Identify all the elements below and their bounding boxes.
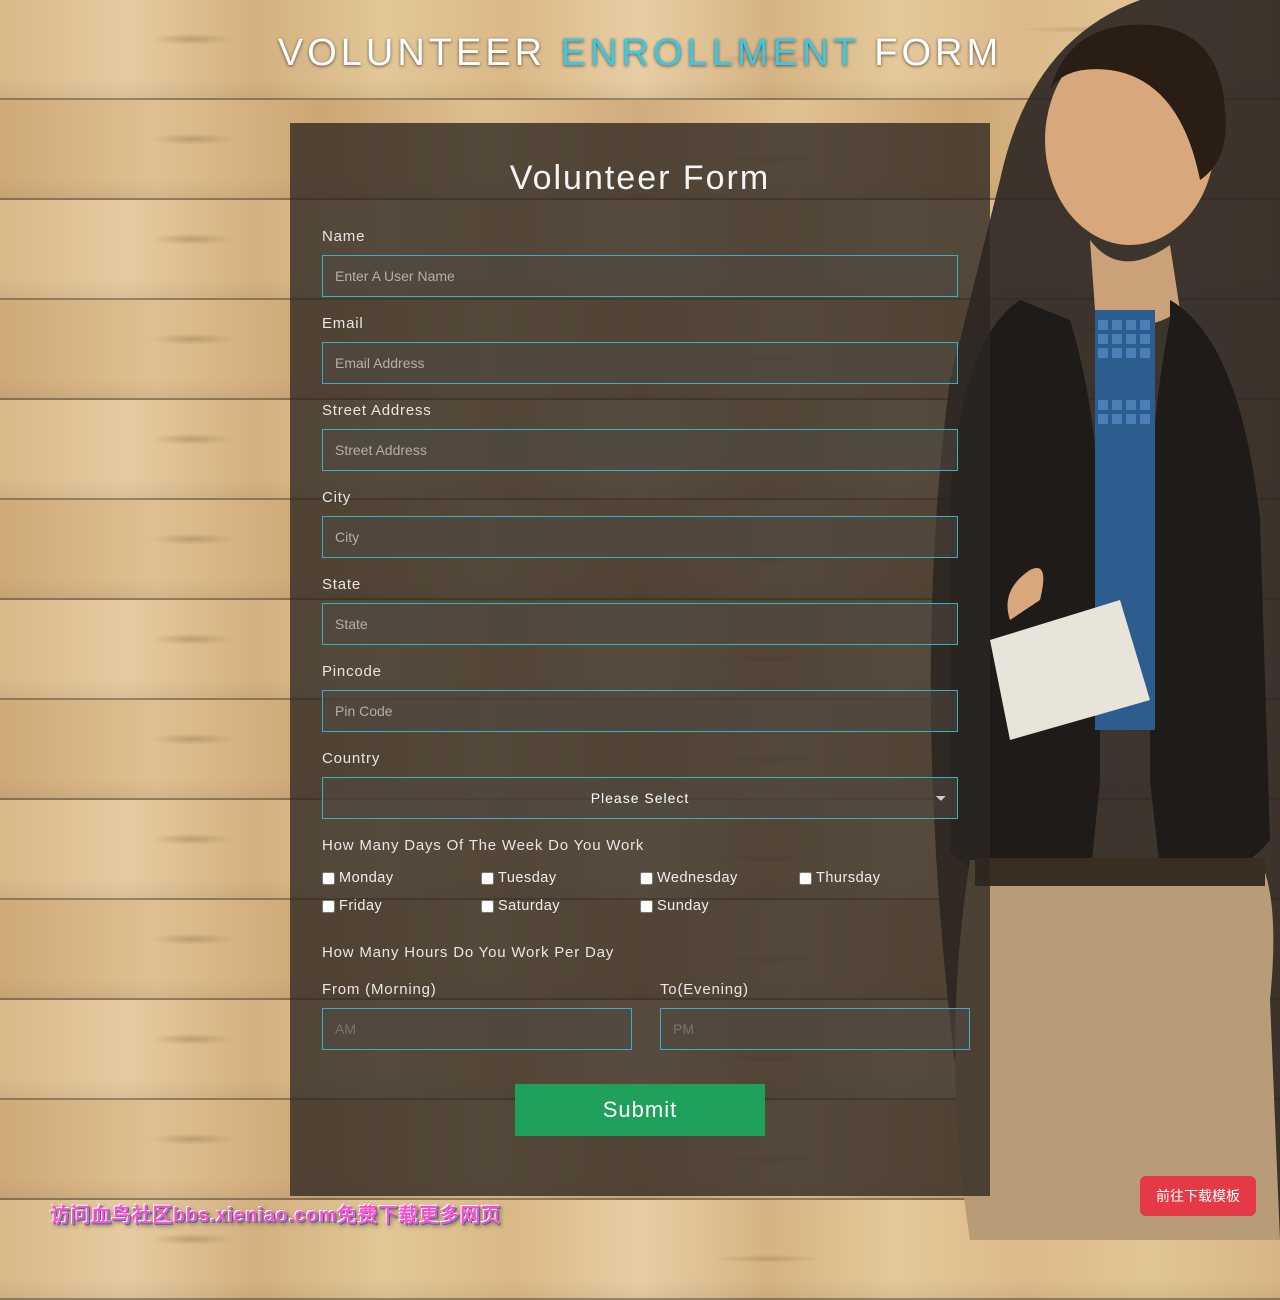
- day-tuesday[interactable]: Tuesday: [481, 870, 640, 886]
- from-label: From (Morning): [322, 981, 632, 998]
- day-sunday[interactable]: Sunday: [640, 898, 799, 914]
- download-template-button[interactable]: 前往下载模板: [1140, 1176, 1256, 1216]
- page-title-accent: ENROLLMENT: [561, 32, 860, 74]
- page-title-pre: VOLUNTEER: [278, 32, 561, 74]
- from-input[interactable]: [322, 1008, 632, 1050]
- page-title: VOLUNTEER ENROLLMENT FORM: [0, 0, 1280, 123]
- state-input[interactable]: [322, 603, 958, 645]
- days-group: Monday Tuesday Wednesday Thursday Friday…: [322, 870, 958, 926]
- state-label: State: [322, 576, 958, 593]
- pincode-label: Pincode: [322, 663, 958, 680]
- checkbox-friday[interactable]: [322, 900, 335, 913]
- checkbox-wednesday[interactable]: [640, 872, 653, 885]
- name-input[interactable]: [322, 255, 958, 297]
- email-input[interactable]: [322, 342, 958, 384]
- email-label: Email: [322, 315, 958, 332]
- to-input[interactable]: [660, 1008, 970, 1050]
- watermark-text: 访问血鸟社区bbs.xieniao.com免费下载更多网页: [50, 1199, 501, 1228]
- day-saturday[interactable]: Saturday: [481, 898, 640, 914]
- pincode-input[interactable]: [322, 690, 958, 732]
- country-label: Country: [322, 750, 958, 767]
- to-label: To(Evening): [660, 981, 970, 998]
- form-heading: Volunteer Form: [322, 159, 958, 198]
- hours-row: From (Morning) To(Evening): [322, 971, 958, 1050]
- hours-question-label: How Many Hours Do You Work Per Day: [322, 944, 958, 961]
- name-label: Name: [322, 228, 958, 245]
- submit-button[interactable]: Submit: [515, 1084, 765, 1136]
- page-title-post: FORM: [860, 32, 1002, 74]
- street-label: Street Address: [322, 402, 958, 419]
- checkbox-thursday[interactable]: [799, 872, 812, 885]
- checkbox-monday[interactable]: [322, 872, 335, 885]
- day-monday[interactable]: Monday: [322, 870, 481, 886]
- day-wednesday[interactable]: Wednesday: [640, 870, 799, 886]
- checkbox-tuesday[interactable]: [481, 872, 494, 885]
- city-input[interactable]: [322, 516, 958, 558]
- day-thursday[interactable]: Thursday: [799, 870, 958, 886]
- street-input[interactable]: [322, 429, 958, 471]
- day-friday[interactable]: Friday: [322, 898, 481, 914]
- days-question-label: How Many Days Of The Week Do You Work: [322, 837, 958, 854]
- checkbox-saturday[interactable]: [481, 900, 494, 913]
- country-select[interactable]: Please Select: [322, 777, 958, 819]
- city-label: City: [322, 489, 958, 506]
- checkbox-sunday[interactable]: [640, 900, 653, 913]
- form-card: Volunteer Form Name Email Street Address…: [290, 123, 990, 1196]
